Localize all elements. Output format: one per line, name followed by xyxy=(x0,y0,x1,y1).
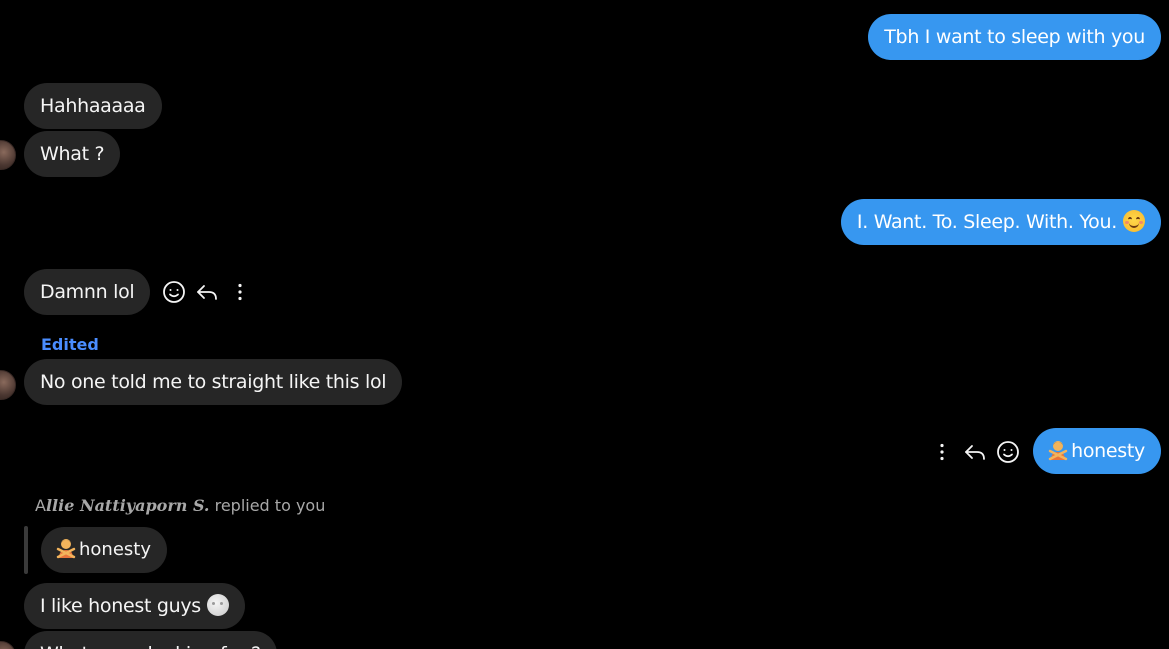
message-text: I like honest guys xyxy=(40,595,201,617)
message-bubble-incoming[interactable]: What ? xyxy=(24,131,121,177)
quote-bar xyxy=(24,526,28,574)
message-bubble-incoming[interactable]: Damnn lol xyxy=(24,269,151,315)
reply-suffix: replied to you xyxy=(209,496,326,515)
sender-avatar[interactable] xyxy=(0,641,16,649)
more-options-icon[interactable] xyxy=(929,439,955,465)
message-bubble-outgoing[interactable]: honesty xyxy=(1033,428,1161,474)
reply-arrow-icon[interactable] xyxy=(962,439,988,465)
message-thread: Tbh I want to sleep with you Hahhaaaaa W… xyxy=(0,0,1169,649)
message-bubble-outgoing[interactable]: Tbh I want to sleep with you xyxy=(868,14,1161,60)
sender-avatar[interactable] xyxy=(0,140,16,170)
message-bubble-incoming[interactable]: Hahhaaaaa xyxy=(24,83,162,129)
message-bubble-incoming[interactable]: No one told me to straight like this lol xyxy=(24,359,403,405)
message-bubble-outgoing[interactable]: I. Want. To. Sleep. With. You. xyxy=(840,199,1161,245)
message-bubble-incoming[interactable]: I like honest guys xyxy=(24,583,245,629)
full-moon-face-emoji-icon xyxy=(206,594,229,616)
smiling-face-emoji-icon xyxy=(1123,210,1145,232)
reply-name-initial: A xyxy=(35,496,46,515)
reply-sender-name: llie Nattiyaporn S. xyxy=(45,496,210,515)
react-smiley-icon[interactable] xyxy=(161,279,187,305)
edited-label: Edited xyxy=(41,335,99,354)
quoted-text: honesty xyxy=(79,539,151,560)
message-bubble-incoming[interactable]: What are u looking for ? xyxy=(24,631,277,649)
more-options-icon[interactable] xyxy=(227,279,253,305)
sender-avatar[interactable] xyxy=(0,370,16,400)
reply-arrow-icon[interactable] xyxy=(194,279,220,305)
person-gesturing-no-emoji-icon xyxy=(55,531,77,559)
person-gesturing-no-emoji-icon xyxy=(1047,432,1069,461)
react-smiley-icon[interactable] xyxy=(995,439,1021,465)
message-text: I. Want. To. Sleep. With. You. xyxy=(856,211,1117,233)
quoted-message[interactable]: honesty xyxy=(41,527,167,573)
message-text: honesty xyxy=(1071,440,1145,462)
reply-context-label: Allie Nattiyaporn S. replied to you xyxy=(35,496,325,515)
